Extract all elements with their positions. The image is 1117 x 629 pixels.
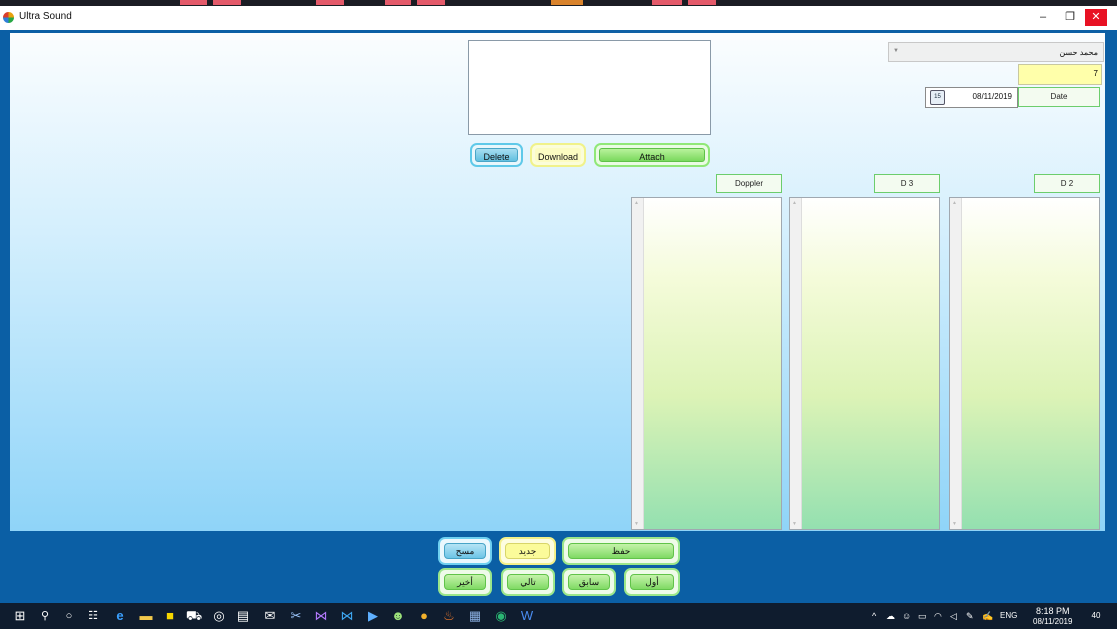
d3-label: D 3 [874, 174, 940, 193]
vscode-icon[interactable]: ⋈ [335, 603, 359, 629]
chrome-icon[interactable]: ● [412, 603, 436, 629]
people-icon[interactable]: ☺ [902, 603, 911, 629]
window-title: Ultra Sound [19, 11, 72, 22]
windows-taskbar: ⊞ ⚲ ○ ☷ e ▬ ■ ⛟ ◎ ▤ ✉ ✂ ⋈ ⋈ ▶ ☻ ● ♨ ▦ ◉ … [0, 603, 1117, 629]
visual-studio-icon[interactable]: ⋈ [309, 603, 333, 629]
network-app-icon[interactable]: ▦ [463, 603, 487, 629]
battery-icon[interactable]: ▭ [918, 603, 927, 629]
edge-browser-icon[interactable]: e [108, 603, 132, 629]
scroll-up-icon[interactable]: ▲ [634, 200, 639, 206]
new-button[interactable]: جديد [499, 537, 556, 565]
strip-item [385, 0, 411, 5]
patient-id-field[interactable]: 7 [1018, 64, 1102, 85]
scrollbar[interactable]: ▲ ▼ [632, 198, 644, 529]
scrollbar[interactable]: ▲ ▼ [950, 198, 962, 529]
groove-music-icon[interactable]: ◎ [207, 603, 231, 629]
file-explorer-icon[interactable]: ▬ [134, 603, 158, 629]
patient-name-combobox[interactable]: ▼ محمد حسن [888, 42, 1104, 62]
d2-label-text: D 2 [1060, 179, 1074, 188]
strip-item [417, 0, 445, 5]
date-label: Date [1018, 87, 1100, 107]
scroll-down-icon[interactable]: ▼ [634, 521, 639, 527]
flame-app-icon[interactable]: ♨ [437, 603, 461, 629]
delete-button-label: Delete [483, 152, 510, 162]
prev-button-label: سابق [578, 577, 600, 587]
last-record-button[interactable]: أخير [438, 568, 492, 596]
attachment-preview-box[interactable] [468, 40, 711, 135]
tools-app-icon[interactable]: ✂ [284, 603, 308, 629]
date-picker[interactable]: 15 08/11/2019 [925, 87, 1018, 108]
task-view-icon[interactable]: ☷ [81, 603, 105, 629]
first-button-label: أول [645, 577, 659, 587]
restore-button[interactable]: ❐ [1057, 6, 1083, 30]
search-icon[interactable]: ⚲ [33, 603, 57, 629]
movies-icon[interactable]: ▤ [231, 603, 255, 629]
language-indicator[interactable]: ENG [1000, 603, 1017, 629]
d2-label: D 2 [1034, 174, 1100, 193]
sticky-notes-icon[interactable]: ■ [158, 603, 182, 629]
strip-item [316, 0, 344, 5]
delete-button[interactable]: Delete [470, 143, 523, 167]
patient-name-value: محمد حسن [1059, 48, 1098, 57]
pen-icon[interactable]: ✎ [966, 603, 974, 629]
download-button[interactable]: Download [530, 143, 586, 167]
volume-icon[interactable]: ◁ [950, 603, 957, 629]
scrollbar[interactable]: ▲ ▼ [790, 198, 802, 529]
clock-time[interactable]: 8:18 PM [1036, 606, 1070, 616]
clear-button-label: مسح [455, 546, 475, 556]
save-button[interactable]: حفظ [562, 537, 680, 565]
ultra-sound-taskbar-icon[interactable]: ◉ [489, 603, 513, 629]
main-panel: Delete Download Attach ▼ محمد حسن 7 15 0… [10, 33, 1105, 531]
patient-id-value: 7 [1093, 69, 1098, 78]
d2-textarea[interactable]: ▲ ▼ [949, 197, 1100, 530]
date-value: 08/11/2019 [972, 92, 1012, 101]
d3-textarea[interactable]: ▲ ▼ [789, 197, 940, 530]
next-button-label: تالي [520, 577, 536, 587]
strip-item [551, 0, 583, 5]
download-button-label: Download [537, 152, 579, 162]
strip-item [180, 0, 207, 5]
strip-item [688, 0, 716, 5]
title-bar: Ultra Sound – ❐ ✕ [0, 6, 1117, 30]
scroll-up-icon[interactable]: ▲ [792, 200, 797, 206]
calendar-icon[interactable]: 15 [930, 90, 945, 105]
strip-item [213, 0, 241, 5]
windows-start-icon[interactable]: ⊞ [8, 603, 32, 629]
scroll-up-icon[interactable]: ▲ [952, 200, 957, 206]
doppler-label: Doppler [716, 174, 782, 193]
scroll-down-icon[interactable]: ▼ [952, 521, 957, 527]
doppler-textarea[interactable]: ▲ ▼ [631, 197, 782, 530]
onedrive-icon[interactable]: ☁ [886, 603, 895, 629]
powershell-icon[interactable]: ▶ [361, 603, 385, 629]
mail-app-icon[interactable]: ✉ [258, 603, 282, 629]
d3-label-text: D 3 [900, 179, 914, 188]
android-app-icon[interactable]: ☻ [386, 603, 410, 629]
scroll-down-icon[interactable]: ▼ [792, 521, 797, 527]
store-icon[interactable]: ⛟ [182, 603, 206, 629]
cortana-icon[interactable]: ○ [57, 603, 81, 629]
first-record-button[interactable]: أول [624, 568, 680, 596]
next-record-button[interactable]: تالي [501, 568, 555, 596]
clock-date[interactable]: 08/11/2019 [1033, 617, 1072, 626]
attach-button[interactable]: Attach [594, 143, 710, 167]
save-button-label: حفظ [611, 546, 631, 556]
last-button-label: أخير [457, 577, 473, 587]
chevron-down-icon[interactable]: ▼ [893, 48, 899, 54]
notification-center-icon[interactable]: 40 [1086, 603, 1106, 629]
date-label-text: Date [1050, 92, 1068, 101]
clear-button[interactable]: مسح [438, 537, 492, 565]
minimize-button[interactable]: – [1030, 6, 1056, 30]
chevron-up-icon[interactable]: ^ [872, 603, 876, 629]
app-logo-icon [3, 12, 14, 23]
attach-button-label: Attach [639, 152, 665, 162]
doppler-label-text: Doppler [734, 179, 763, 188]
wifi-icon[interactable]: ◠ [934, 603, 942, 629]
ink-workspace-icon[interactable]: ✍ [982, 603, 993, 629]
close-button[interactable]: ✕ [1085, 9, 1107, 26]
new-button-label: جديد [518, 546, 537, 556]
strip-item [652, 0, 682, 5]
word-icon[interactable]: W [515, 603, 539, 629]
previous-record-button[interactable]: سابق [562, 568, 616, 596]
